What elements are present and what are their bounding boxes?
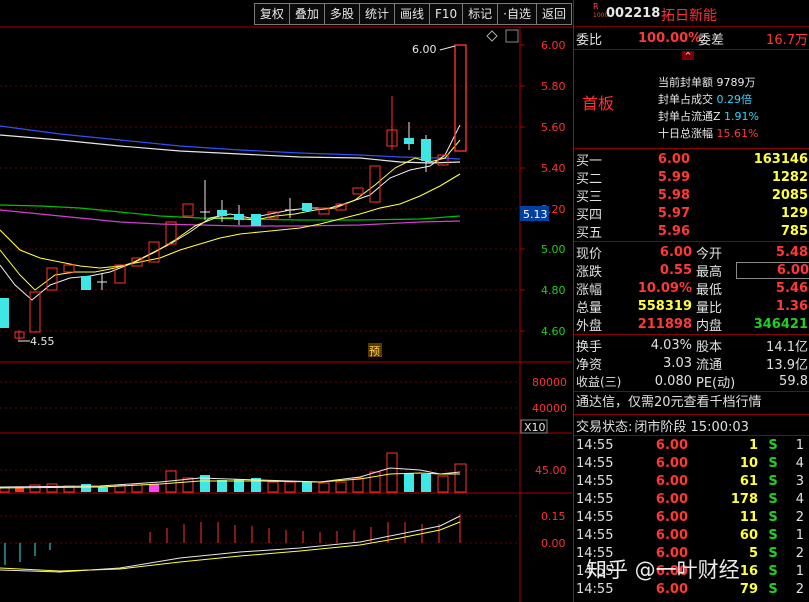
finance-block: 换手 4.03% 股本 14.1亿 净资 3.03 流通 13.9亿 收益(三) 0.080 P…: [574, 335, 809, 392]
current-price-marker: 5.13: [523, 208, 548, 221]
seal-line-turnover: 封单占成交 0.29倍: [658, 93, 752, 106]
trade-status: 交易状态: 闭市阶段 15:00:03: [574, 415, 809, 436]
forecast-label: 预: [369, 345, 380, 358]
finance-row: 收益(三) 0.080 PE(动) 59.8: [576, 373, 808, 391]
board-label: 首板: [582, 94, 615, 113]
ma-yellow-short-line: [0, 139, 461, 291]
volume-indicator-tick: 45.00: [535, 464, 567, 477]
price-tick: 4.60: [541, 325, 566, 338]
upgrade-notice[interactable]: 通达信，仅需20元查看千档行情: [574, 392, 809, 415]
bid-row: 买一 6.00 163146: [576, 151, 808, 169]
trade-row: 14:55 6.00 11 S 2: [576, 509, 804, 525]
chart-canvas: 6.00 4.55 预 6.00 5.80 5.60 5.40 5.20 5.0…: [0, 26, 572, 602]
candles: [0, 44, 467, 340]
bid-row: 买二 5.99 1282: [576, 169, 808, 187]
stock-name: 拓日新能: [661, 8, 717, 24]
trade-row: 14:55 6.00 60 S 1: [576, 527, 804, 543]
window-toggle-icon: [505, 29, 519, 43]
ma-yellow-line: [0, 173, 461, 269]
seal-info: ^ 首板 当前封单额 9789万 封单占成交 0.29倍 封单占流通Z 1.91…: [574, 50, 809, 149]
weibi-label: 委比: [576, 32, 603, 48]
bid-row: 买三 5.98 2085: [576, 187, 808, 205]
stats-block: 现价 6.00 今开 5.48 涨跌 0.55 最高 6.00 涨幅 10.09% 最低 5.46…: [574, 242, 809, 335]
macd-tick: 0.00: [541, 537, 566, 550]
trade-row: 14:55 6.00 10 S 4: [576, 455, 804, 471]
price-tick: 6.00: [541, 39, 566, 52]
high-price-label: 6.00: [412, 43, 437, 56]
weibi-value: 100.00%: [638, 30, 702, 46]
stat-row: 现价 6.00 今开 5.48: [576, 244, 808, 262]
collapse-icon[interactable]: ^: [682, 51, 694, 60]
bid-row: 买四 5.97 129: [576, 205, 808, 223]
stat-row: 外盘 211898 内盘 346421: [576, 316, 808, 334]
price-tick: 5.00: [541, 243, 566, 256]
trade-row: 14:55 6.00 178 S 4: [576, 491, 804, 507]
price-tick: 5.60: [541, 121, 566, 134]
price-tick: 4.80: [541, 284, 566, 297]
seal-line-float: 封单占流通Z 1.91%: [658, 110, 759, 123]
volume-tick: 80000: [532, 376, 567, 389]
macd-tick: 0.15: [541, 510, 566, 523]
finance-row: 净资 3.03 流通 13.9亿: [576, 355, 808, 373]
bid-book: 买一 6.00 163146 买二 5.99 1282 买三 5.98 2085 买四 5.9…: [574, 149, 809, 242]
bid-row: 买五 5.96 785: [576, 223, 808, 241]
volume-tick: 40000: [532, 402, 567, 415]
quote-panel: R 1000 002218 拓日新能 委比 100.00% 委差 16.7万 ^ …: [573, 0, 809, 602]
diamond-icon: [486, 30, 498, 42]
price-tick: 5.40: [541, 162, 566, 175]
weicha-label: 委差: [698, 32, 725, 48]
volume-unit-label: X10: [524, 421, 546, 434]
seal-line-tenday: 十日总涨幅 15.61%: [658, 127, 759, 140]
kline-chart-area[interactable]: 复权 叠加 多股 统计 画线 F10 标记 ·自选 返回 6.00 4.55 预…: [0, 0, 572, 602]
stat-row: 总量 558319 量比 1.36: [576, 298, 808, 316]
ma-white-short-line: [0, 124, 461, 301]
stock-header: R 1000 002218 拓日新能: [574, 0, 809, 27]
finance-row: 换手 4.03% 股本 14.1亿: [576, 337, 808, 355]
stock-code: 002218: [606, 6, 661, 21]
trade-row: 14:55 6.00 61 S 3: [576, 473, 804, 489]
price-tick: 5.80: [541, 80, 566, 93]
low-price-label: 4.55: [30, 335, 55, 348]
stat-row: 涨跌 0.55 最高 6.00: [576, 261, 809, 280]
stat-row: 涨幅 10.09% 最低 5.46: [576, 280, 808, 298]
seal-line-amount: 当前封单额 9789万: [658, 76, 756, 89]
weicha-value: 16.7万: [766, 32, 808, 48]
weibi-row: 委比 100.00% 委差 16.7万: [574, 27, 809, 50]
trade-row: 14:55 6.00 1 S 1: [576, 437, 804, 453]
watermark: 知乎 @一叶财经: [586, 558, 740, 582]
